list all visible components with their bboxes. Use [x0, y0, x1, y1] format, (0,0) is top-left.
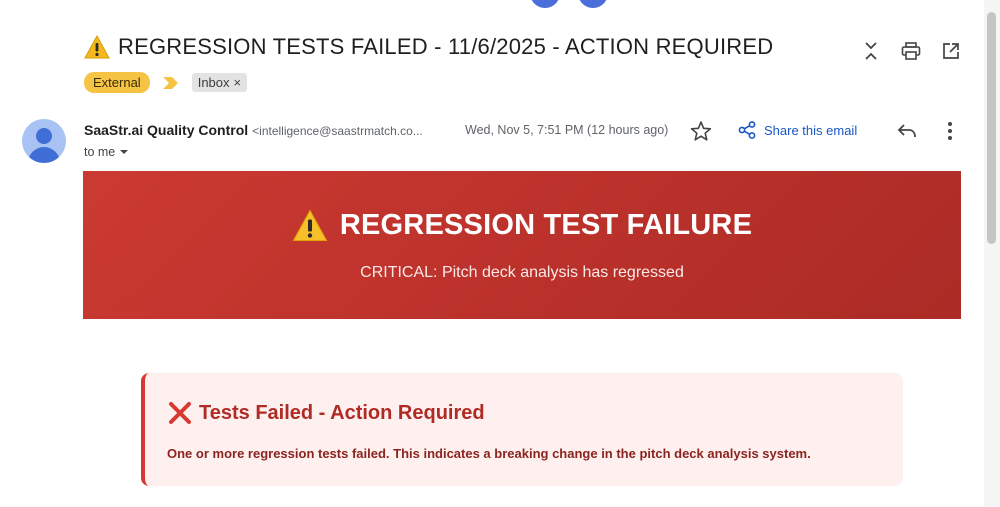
inbox-label: Inbox × [191, 73, 248, 92]
share-email-label: Share this email [764, 122, 858, 138]
top-avatars [530, 0, 608, 8]
banner-title: REGRESSION TEST FAILURE [339, 209, 753, 241]
email-subject: REGRESSION TESTS FAILED - 11/6/2025 - AC… [118, 34, 774, 59]
inbox-label-text: Inbox [197, 75, 230, 90]
more-vert-icon[interactable] [940, 120, 960, 142]
subject-row: REGRESSION TESTS FAILED - 11/6/2025 - AC… [84, 34, 773, 60]
warning-icon [84, 35, 110, 59]
reply-icon[interactable] [896, 121, 918, 141]
star-icon[interactable] [690, 120, 712, 142]
card-title: Tests Failed - Action Required [199, 401, 485, 424]
banner-title-row: REGRESSION TEST FAILURE [83, 209, 961, 242]
sender-avatar[interactable] [22, 119, 66, 163]
sender-email[interactable]: <intelligence@saastrmatch.co... [252, 124, 423, 138]
avatar[interactable] [578, 0, 608, 8]
email-timestamp: Wed, Nov 5, 7:51 PM (12 hours ago) [465, 123, 669, 137]
label-row: External Inbox × [84, 72, 248, 93]
external-label: External [84, 72, 150, 93]
chevron-down-icon [120, 150, 129, 154]
avatar[interactable] [530, 0, 560, 8]
print-icon[interactable] [900, 40, 922, 62]
banner-subtitle: CRITICAL: Pitch deck analysis has regres… [360, 264, 684, 281]
scrollbar-track[interactable] [984, 0, 1000, 507]
sender-name[interactable]: SaaStr.ai Quality Control [84, 122, 248, 138]
recipients-label: to me [84, 145, 116, 159]
remove-label-icon[interactable]: × [234, 75, 242, 90]
email-view: REGRESSION TESTS FAILED - 11/6/2025 - AC… [0, 0, 1000, 507]
header-actions [860, 40, 962, 62]
share-email-button[interactable]: Share this email [738, 121, 857, 139]
warning-icon [292, 209, 328, 241]
cross-mark-icon [169, 402, 191, 424]
share-icon [738, 121, 756, 139]
recipients-dropdown[interactable]: to me [84, 145, 129, 159]
open-in-new-icon[interactable] [940, 40, 962, 62]
alert-banner: REGRESSION TEST FAILURE CRITICAL: Pitch … [83, 171, 961, 319]
scrollbar-thumb[interactable] [987, 12, 996, 244]
collapse-icon[interactable] [860, 40, 882, 62]
card-title-row: Tests Failed - Action Required [167, 400, 485, 426]
sender-line: SaaStr.ai Quality Control <intelligence@… [84, 122, 423, 138]
card-body: One or more regression tests failed. Thi… [167, 446, 811, 461]
importance-marker-icon[interactable] [162, 76, 180, 90]
failure-card: Tests Failed - Action Required One or mo… [141, 373, 903, 486]
